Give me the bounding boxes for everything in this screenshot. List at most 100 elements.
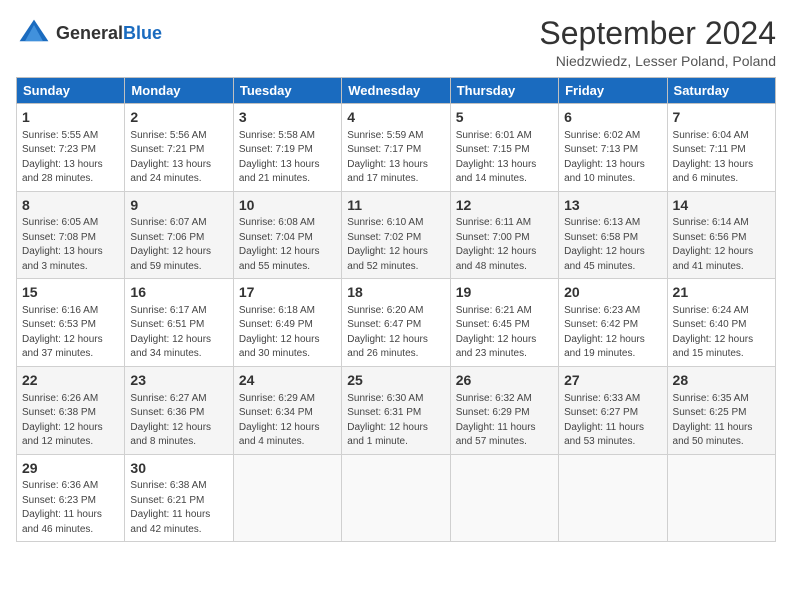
col-thursday: Thursday [450, 78, 558, 104]
day-info: Sunrise: 6:10 AMSunset: 7:02 PMDaylight:… [347, 216, 444, 274]
col-monday: Monday [125, 78, 233, 104]
calendar-cell: 5Sunrise: 6:01 AMSunset: 7:15 PMDaylight… [450, 104, 558, 192]
logo: GeneralBlue [16, 16, 162, 52]
calendar-cell: 18Sunrise: 6:20 AMSunset: 6:47 PMDayligh… [342, 279, 450, 367]
day-info: Sunrise: 6:07 AMSunset: 7:06 PMDaylight:… [130, 216, 227, 274]
calendar-cell: 1Sunrise: 5:55 AMSunset: 7:23 PMDaylight… [17, 104, 125, 192]
calendar-cell: 30Sunrise: 6:38 AMSunset: 6:21 PMDayligh… [125, 454, 233, 542]
calendar-row: 1Sunrise: 5:55 AMSunset: 7:23 PMDaylight… [17, 104, 776, 192]
day-number: 1 [22, 108, 119, 128]
day-number: 4 [347, 108, 444, 128]
calendar-cell [342, 454, 450, 542]
day-info: Sunrise: 6:01 AMSunset: 7:15 PMDaylight:… [456, 129, 553, 187]
calendar-cell: 22Sunrise: 6:26 AMSunset: 6:38 PMDayligh… [17, 366, 125, 454]
day-info: Sunrise: 6:23 AMSunset: 6:42 PMDaylight:… [564, 304, 661, 362]
col-sunday: Sunday [17, 78, 125, 104]
day-number: 15 [22, 283, 119, 303]
day-number: 7 [673, 108, 770, 128]
day-info: Sunrise: 6:18 AMSunset: 6:49 PMDaylight:… [239, 304, 336, 362]
day-number: 2 [130, 108, 227, 128]
page: GeneralBlue September 2024 Niedzwiedz, L… [0, 0, 792, 612]
calendar-cell: 7Sunrise: 6:04 AMSunset: 7:11 PMDaylight… [667, 104, 775, 192]
col-tuesday: Tuesday [233, 78, 341, 104]
day-info: Sunrise: 6:05 AMSunset: 7:08 PMDaylight:… [22, 216, 119, 274]
day-info: Sunrise: 6:24 AMSunset: 6:40 PMDaylight:… [673, 304, 770, 362]
day-info: Sunrise: 6:26 AMSunset: 6:38 PMDaylight:… [22, 392, 119, 450]
calendar-cell [559, 454, 667, 542]
day-info: Sunrise: 6:02 AMSunset: 7:13 PMDaylight:… [564, 129, 661, 187]
calendar-cell: 11Sunrise: 6:10 AMSunset: 7:02 PMDayligh… [342, 191, 450, 279]
day-number: 20 [564, 283, 661, 303]
calendar-title: September 2024 [539, 16, 776, 51]
day-info: Sunrise: 5:55 AMSunset: 7:23 PMDaylight:… [22, 129, 119, 187]
calendar-cell: 15Sunrise: 6:16 AMSunset: 6:53 PMDayligh… [17, 279, 125, 367]
day-number: 3 [239, 108, 336, 128]
day-number: 17 [239, 283, 336, 303]
calendar-cell: 23Sunrise: 6:27 AMSunset: 6:36 PMDayligh… [125, 366, 233, 454]
header: GeneralBlue September 2024 Niedzwiedz, L… [16, 16, 776, 69]
calendar-cell: 14Sunrise: 6:14 AMSunset: 6:56 PMDayligh… [667, 191, 775, 279]
day-info: Sunrise: 6:21 AMSunset: 6:45 PMDaylight:… [456, 304, 553, 362]
day-number: 5 [456, 108, 553, 128]
day-info: Sunrise: 5:59 AMSunset: 7:17 PMDaylight:… [347, 129, 444, 187]
calendar-cell [233, 454, 341, 542]
title-block: September 2024 Niedzwiedz, Lesser Poland… [539, 16, 776, 69]
day-number: 19 [456, 283, 553, 303]
day-info: Sunrise: 6:20 AMSunset: 6:47 PMDaylight:… [347, 304, 444, 362]
calendar-cell: 20Sunrise: 6:23 AMSunset: 6:42 PMDayligh… [559, 279, 667, 367]
day-number: 16 [130, 283, 227, 303]
calendar-cell: 19Sunrise: 6:21 AMSunset: 6:45 PMDayligh… [450, 279, 558, 367]
calendar-cell [450, 454, 558, 542]
calendar-body: 1Sunrise: 5:55 AMSunset: 7:23 PMDaylight… [17, 104, 776, 542]
day-info: Sunrise: 6:32 AMSunset: 6:29 PMDaylight:… [456, 392, 553, 450]
calendar-cell: 10Sunrise: 6:08 AMSunset: 7:04 PMDayligh… [233, 191, 341, 279]
day-number: 12 [456, 196, 553, 216]
day-info: Sunrise: 6:36 AMSunset: 6:23 PMDaylight:… [22, 479, 119, 537]
logo-text: GeneralBlue [56, 24, 162, 44]
calendar-cell: 29Sunrise: 6:36 AMSunset: 6:23 PMDayligh… [17, 454, 125, 542]
calendar-row: 29Sunrise: 6:36 AMSunset: 6:23 PMDayligh… [17, 454, 776, 542]
calendar-cell: 13Sunrise: 6:13 AMSunset: 6:58 PMDayligh… [559, 191, 667, 279]
day-info: Sunrise: 6:30 AMSunset: 6:31 PMDaylight:… [347, 392, 444, 450]
calendar-cell: 24Sunrise: 6:29 AMSunset: 6:34 PMDayligh… [233, 366, 341, 454]
calendar-cell: 8Sunrise: 6:05 AMSunset: 7:08 PMDaylight… [17, 191, 125, 279]
day-number: 18 [347, 283, 444, 303]
day-number: 14 [673, 196, 770, 216]
logo-general: General [56, 23, 123, 43]
logo-icon [16, 16, 52, 52]
calendar-cell [667, 454, 775, 542]
day-info: Sunrise: 6:38 AMSunset: 6:21 PMDaylight:… [130, 479, 227, 537]
day-number: 21 [673, 283, 770, 303]
day-info: Sunrise: 6:08 AMSunset: 7:04 PMDaylight:… [239, 216, 336, 274]
calendar-row: 8Sunrise: 6:05 AMSunset: 7:08 PMDaylight… [17, 191, 776, 279]
logo-blue: Blue [123, 23, 162, 43]
day-info: Sunrise: 6:35 AMSunset: 6:25 PMDaylight:… [673, 392, 770, 450]
day-info: Sunrise: 5:56 AMSunset: 7:21 PMDaylight:… [130, 129, 227, 187]
calendar-cell: 4Sunrise: 5:59 AMSunset: 7:17 PMDaylight… [342, 104, 450, 192]
calendar-cell: 12Sunrise: 6:11 AMSunset: 7:00 PMDayligh… [450, 191, 558, 279]
day-number: 8 [22, 196, 119, 216]
day-number: 28 [673, 371, 770, 391]
calendar-cell: 26Sunrise: 6:32 AMSunset: 6:29 PMDayligh… [450, 366, 558, 454]
calendar-cell: 21Sunrise: 6:24 AMSunset: 6:40 PMDayligh… [667, 279, 775, 367]
calendar-row: 15Sunrise: 6:16 AMSunset: 6:53 PMDayligh… [17, 279, 776, 367]
day-info: Sunrise: 5:58 AMSunset: 7:19 PMDaylight:… [239, 129, 336, 187]
day-number: 26 [456, 371, 553, 391]
calendar-cell: 6Sunrise: 6:02 AMSunset: 7:13 PMDaylight… [559, 104, 667, 192]
day-info: Sunrise: 6:11 AMSunset: 7:00 PMDaylight:… [456, 216, 553, 274]
calendar-row: 22Sunrise: 6:26 AMSunset: 6:38 PMDayligh… [17, 366, 776, 454]
day-info: Sunrise: 6:33 AMSunset: 6:27 PMDaylight:… [564, 392, 661, 450]
calendar-table: Sunday Monday Tuesday Wednesday Thursday… [16, 77, 776, 542]
day-number: 22 [22, 371, 119, 391]
day-info: Sunrise: 6:14 AMSunset: 6:56 PMDaylight:… [673, 216, 770, 274]
calendar-cell: 9Sunrise: 6:07 AMSunset: 7:06 PMDaylight… [125, 191, 233, 279]
day-info: Sunrise: 6:13 AMSunset: 6:58 PMDaylight:… [564, 216, 661, 274]
day-number: 23 [130, 371, 227, 391]
day-info: Sunrise: 6:04 AMSunset: 7:11 PMDaylight:… [673, 129, 770, 187]
day-number: 9 [130, 196, 227, 216]
calendar-cell: 2Sunrise: 5:56 AMSunset: 7:21 PMDaylight… [125, 104, 233, 192]
day-number: 11 [347, 196, 444, 216]
calendar-subtitle: Niedzwiedz, Lesser Poland, Poland [539, 53, 776, 69]
day-number: 10 [239, 196, 336, 216]
calendar-cell: 3Sunrise: 5:58 AMSunset: 7:19 PMDaylight… [233, 104, 341, 192]
